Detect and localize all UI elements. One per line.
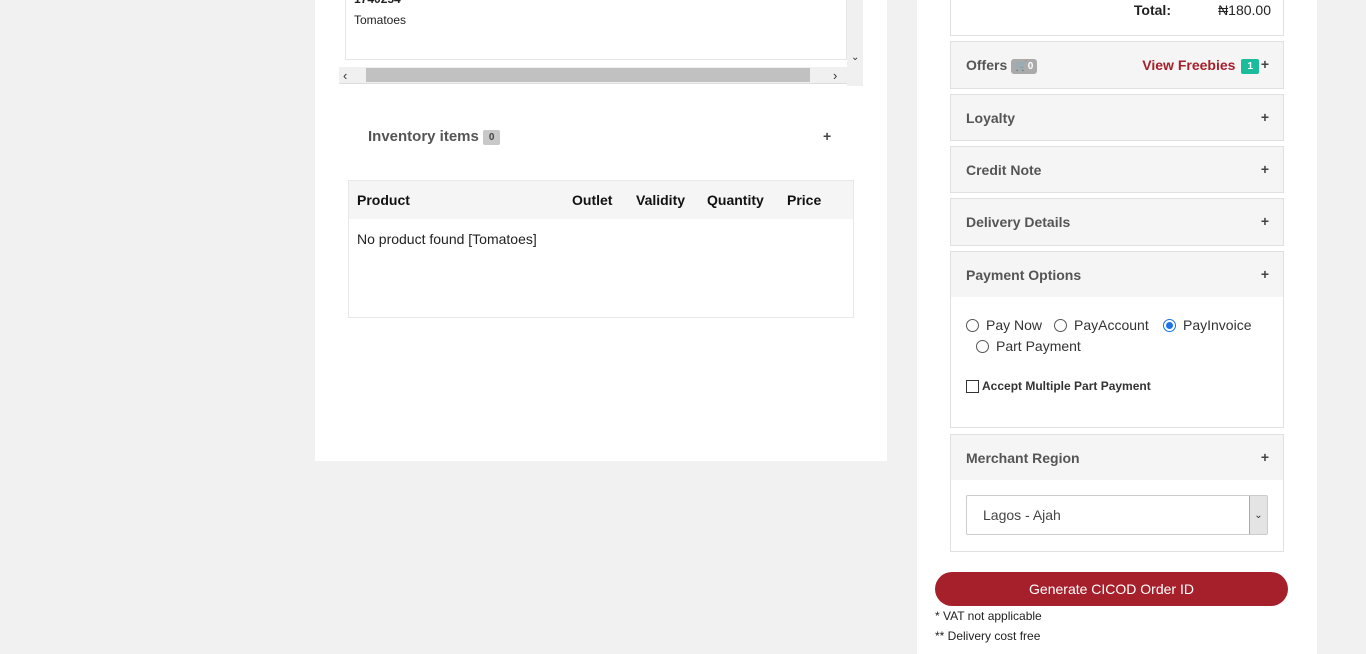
scrollbar-thumb[interactable] <box>366 68 810 82</box>
checkbox-label: Accept Multiple Part Payment <box>982 379 1151 393</box>
total-box: Total: ₦180.00 <box>950 0 1284 36</box>
total-label: Total: <box>1133 2 1171 18</box>
plus-icon[interactable]: + <box>1261 56 1269 72</box>
radio-label: Part Payment <box>996 338 1081 354</box>
radio-circle-selected[interactable] <box>1163 318 1176 332</box>
column-header-validity: Validity <box>636 192 686 208</box>
radio-part-payment[interactable]: Part Payment <box>976 338 1081 354</box>
cart-icon: 🛒 <box>1015 60 1028 72</box>
view-freebies-link[interactable]: View Freebies 1 <box>1142 57 1259 74</box>
inventory-items-title: Inventory items <box>368 128 479 145</box>
cart-badge: 🛒0 <box>1011 58 1038 74</box>
cart-count: 0 <box>1027 60 1034 72</box>
radio-pay-invoice[interactable]: PayInvoice <box>1163 317 1251 333</box>
offers-title-wrap: Offers 🛒0 <box>966 57 1038 74</box>
delivery-details-title: Delivery Details <box>966 214 1071 230</box>
column-header-product: Product <box>357 192 410 208</box>
horizontal-scrollbar[interactable]: ‹ › <box>339 67 847 84</box>
payment-options-section[interactable]: Payment Options + <box>950 251 1284 298</box>
accept-multiple-part-payment-checkbox[interactable]: Accept Multiple Part Payment <box>966 379 1151 393</box>
plus-icon[interactable]: + <box>1261 109 1269 125</box>
total-value: ₦180.00 <box>1218 2 1271 18</box>
chevron-left-icon[interactable]: ‹ <box>343 67 347 84</box>
order-summary-panel: Total: ₦180.00 Offers 🛒0 View Freebies 1 +… <box>917 0 1317 654</box>
inventory-items-header[interactable]: Inventory items 0 <box>368 128 501 145</box>
plus-icon[interactable]: + <box>1261 449 1269 465</box>
view-freebies-label: View Freebies <box>1142 57 1236 73</box>
plus-icon[interactable]: + <box>823 128 831 144</box>
loyalty-title: Loyalty <box>966 110 1016 126</box>
radio-circle[interactable] <box>1054 318 1067 332</box>
merchant-region-body: Lagos - Ajah ⌄ <box>950 480 1284 552</box>
product-scroll-area: 1740254 Tomatoes ⌄ ‹ › <box>339 0 863 86</box>
column-header-price: Price <box>787 192 822 208</box>
plus-icon[interactable]: + <box>1261 266 1269 282</box>
offers-section[interactable]: Offers 🛒0 View Freebies 1 + <box>950 41 1284 89</box>
checkbox-box[interactable] <box>966 379 979 393</box>
plus-icon[interactable]: + <box>1261 161 1269 177</box>
credit-note-section[interactable]: Credit Note + <box>950 146 1284 193</box>
column-header-quantity: Quantity <box>707 192 764 208</box>
merchant-region-select[interactable]: Lagos - Ajah ⌄ <box>966 495 1268 535</box>
offers-title: Offers <box>966 57 1008 73</box>
radio-label: PayAccount <box>1074 317 1149 333</box>
radio-label: PayInvoice <box>1183 317 1252 333</box>
merchant-region-section[interactable]: Merchant Region + <box>950 434 1284 481</box>
loyalty-section[interactable]: Loyalty + <box>950 94 1284 141</box>
vertical-scrollbar[interactable]: ⌄ <box>847 0 863 86</box>
radio-circle[interactable] <box>966 318 979 332</box>
select-value: Lagos - Ajah <box>983 507 1061 523</box>
product-code: 1740254 <box>354 0 401 6</box>
chevron-down-icon[interactable]: ⌄ <box>1249 496 1267 534</box>
inventory-count-badge: 0 <box>482 129 501 145</box>
radio-pay-now[interactable]: Pay Now <box>966 317 1042 333</box>
vat-note: * VAT not applicable <box>935 609 1042 623</box>
column-header-outlet: Outlet <box>572 192 613 208</box>
radio-pay-account[interactable]: PayAccount <box>1054 317 1149 333</box>
inventory-table: Product Outlet Validity Quantity Price N… <box>348 180 854 318</box>
payment-options-body: Pay Now PayAccount PayInvoice Part Payme… <box>950 297 1284 428</box>
product-panel: 1740254 Tomatoes ⌄ ‹ › Inventory items0 … <box>315 0 887 461</box>
delivery-details-section[interactable]: Delivery Details + <box>950 198 1284 246</box>
merchant-region-title: Merchant Region <box>966 450 1080 466</box>
payment-options-title: Payment Options <box>966 267 1082 283</box>
generate-order-id-button[interactable]: Generate CICOD Order ID <box>935 572 1288 606</box>
radio-label: Pay Now <box>986 317 1043 333</box>
table-header: Product Outlet Validity Quantity Price <box>349 181 853 219</box>
radio-circle[interactable] <box>976 339 989 353</box>
freebies-count-badge: 1 <box>1241 58 1259 74</box>
chevron-down-icon[interactable]: ⌄ <box>851 52 859 63</box>
chevron-right-icon[interactable]: › <box>833 67 837 84</box>
credit-note-title: Credit Note <box>966 162 1042 178</box>
product-name[interactable]: Tomatoes <box>354 13 406 27</box>
plus-icon[interactable]: + <box>1261 213 1269 229</box>
empty-message: No product found [Tomatoes] <box>357 231 537 247</box>
delivery-note: ** Delivery cost free <box>935 629 1041 643</box>
product-list: 1740254 Tomatoes <box>345 0 847 60</box>
